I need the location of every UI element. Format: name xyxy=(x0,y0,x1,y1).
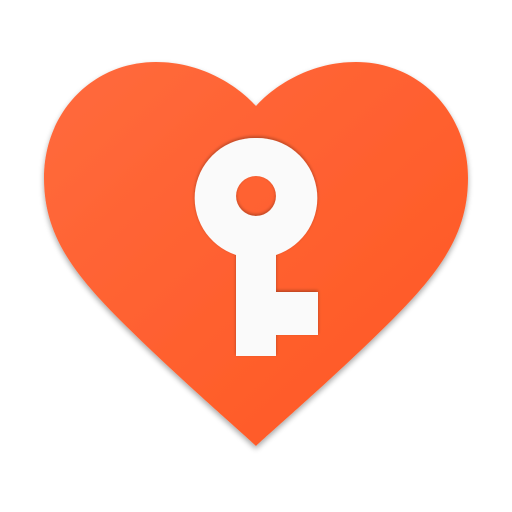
app-icon-graphic xyxy=(44,62,468,446)
app-icon[interactable] xyxy=(0,0,512,512)
